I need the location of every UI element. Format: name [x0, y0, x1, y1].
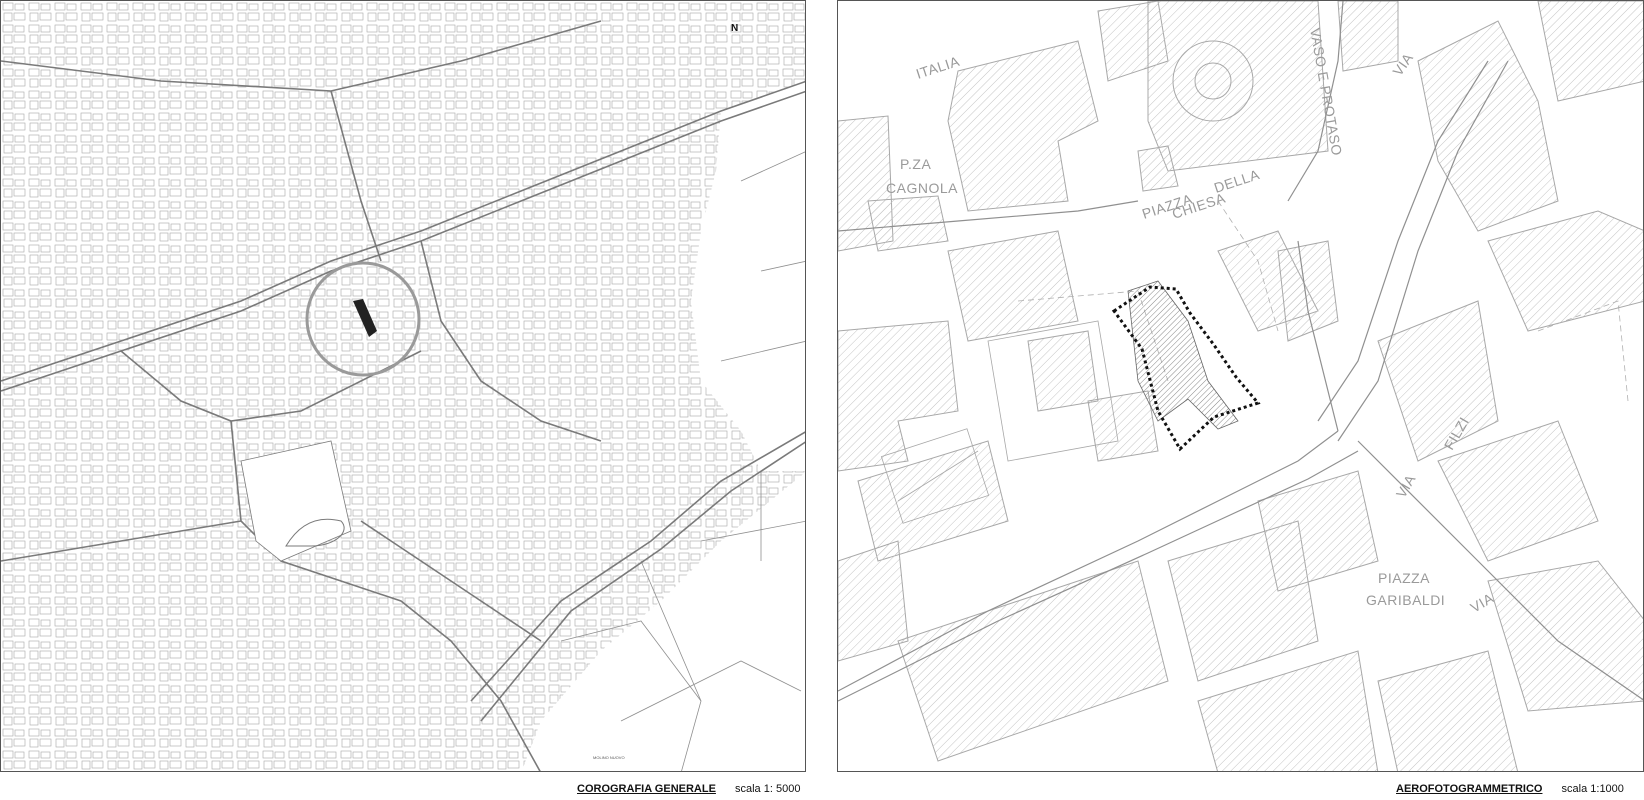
buildings — [838, 1, 1643, 771]
street-label-garibaldi: GARIBALDI — [1366, 592, 1445, 608]
north-label: N — [731, 23, 738, 34]
street-label-piazza-garibaldi: PIAZZA — [1378, 570, 1430, 586]
street-label-cagnola: CAGNOLA — [886, 180, 958, 196]
street-label-italia: ITALIA — [914, 53, 962, 82]
street-label-pza: P.ZA — [900, 156, 931, 172]
aerofotogrammetrico-map: ITALIA P.ZA CAGNOLA PIAZZA DELLA CHIESA … — [837, 0, 1644, 772]
aerofotogrammetrico-scale: scala 1:1000 — [1561, 783, 1624, 795]
corografia-title: COROGRAFIA GENERALE — [577, 783, 716, 795]
street-label-via-mid: VIA — [1393, 472, 1419, 501]
corografia-scale: scala 1: 5000 — [735, 783, 801, 795]
corografia-map-drawing: N MOLINO NUOVO — [1, 1, 805, 771]
corografia-map: N MOLINO NUOVO — [0, 0, 806, 772]
aerofotogrammetrico-title: AEROFOTOGRAMMETRICO — [1396, 783, 1543, 795]
corografia-caption: COROGRAFIA GENERALE scala 1: 5000 — [577, 783, 800, 799]
aerofotogrammetrico-caption: AEROFOTOGRAMMETRICO scala 1:1000 — [1396, 783, 1624, 799]
molino-label: MOLINO NUOVO — [593, 755, 625, 760]
aerofotogrammetrico-map-drawing: ITALIA P.ZA CAGNOLA PIAZZA DELLA CHIESA … — [838, 1, 1643, 771]
